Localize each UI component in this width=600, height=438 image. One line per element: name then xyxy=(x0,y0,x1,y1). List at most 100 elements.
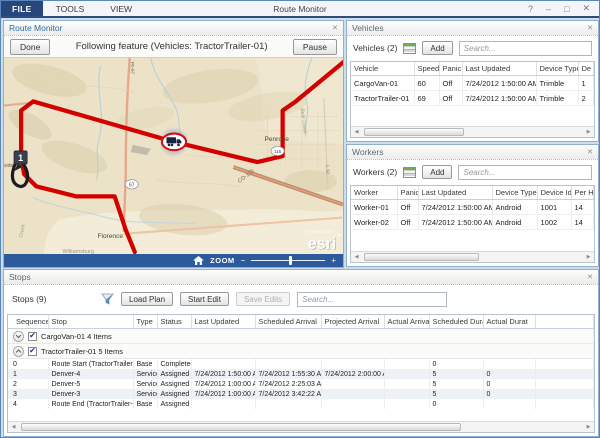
vehicles-add-button[interactable]: Add xyxy=(422,41,452,55)
menu-file[interactable]: FILE xyxy=(1,1,43,16)
menu-tools[interactable]: TOOLS xyxy=(43,1,98,16)
vehicles-count: Vehicles (2) xyxy=(353,43,397,53)
vehicles-header: Vehicles ✕ xyxy=(347,21,598,36)
following-status-text: Following feature (Vehicles: TractorTrai… xyxy=(50,41,293,52)
scroll-right-icon[interactable]: ▶ xyxy=(583,422,594,432)
col-device-id[interactable]: Device Id xyxy=(537,186,571,200)
zoom-slider[interactable] xyxy=(251,260,325,261)
menu-view[interactable]: VIEW xyxy=(97,1,145,16)
chevron-down-icon[interactable] xyxy=(13,331,24,342)
scroll-left-icon[interactable]: ◀ xyxy=(351,252,362,262)
stops-toolbar: Stops (9) Load Plan Start Edit Save Edit… xyxy=(4,285,598,313)
workers-hscrollbar[interactable]: ◀ ▶ xyxy=(351,251,594,262)
col-vehicle[interactable]: Vehicle xyxy=(351,62,414,76)
pause-button[interactable]: Pause xyxy=(293,39,337,55)
vehicles-grid: Vehicle Speed Panic Last Updated Device … xyxy=(350,61,595,138)
col-worker[interactable]: Worker xyxy=(351,186,397,200)
svg-text:esri: esri xyxy=(308,235,337,253)
zoom-out-button[interactable]: − xyxy=(241,256,246,265)
col-device-type[interactable]: Device Type xyxy=(536,62,578,76)
col-per-hour[interactable]: Per H xyxy=(571,186,594,200)
map-canvas[interactable]: 67 115 Penrose Florence Williamsburg sid… xyxy=(4,58,343,254)
group-label: CargoVan-01 4 Items xyxy=(41,332,112,341)
maximize-icon[interactable]: □ xyxy=(564,4,569,14)
workers-add-button[interactable]: Add xyxy=(422,165,452,179)
worker-row[interactable]: Worker-02Off7/24/2012 1:50:00 AMAndroid1… xyxy=(351,215,594,230)
stop-row[interactable]: 3Denver-3ServiceAssigned7/24/2012 1:00:0… xyxy=(8,389,594,399)
scroll-left-icon[interactable]: ◀ xyxy=(8,422,19,432)
route-monitor-toolbar: Done Following feature (Vehicles: Tracto… xyxy=(4,36,343,58)
done-button[interactable]: Done xyxy=(10,39,50,55)
group-row-cargovan[interactable]: ✔ CargoVan-01 4 Items xyxy=(8,329,594,344)
scroll-left-icon[interactable]: ◀ xyxy=(351,127,362,137)
chevron-up-icon[interactable] xyxy=(13,346,24,357)
close-icon[interactable]: ✕ xyxy=(582,3,590,14)
stop-row[interactable]: 1Denver-4ServiceAssigned7/24/2012 1:50:0… xyxy=(8,369,594,379)
load-plan-button[interactable]: Load Plan xyxy=(121,292,173,306)
title-bar: FILE TOOLS VIEW Route Monitor ? – □ ✕ xyxy=(1,1,599,18)
col-last-updated[interactable]: Last Updated xyxy=(418,186,492,200)
col-scheduled-arrival[interactable]: Scheduled Arrival xyxy=(255,315,321,329)
home-icon[interactable] xyxy=(193,256,204,265)
stop-row[interactable]: 4Route End (TractorTrailer-01)BaseAssign… xyxy=(8,399,594,409)
stops-panel: Stops ✕ Stops (9) Load Plan Start Edit S… xyxy=(3,269,599,437)
scroll-right-icon[interactable]: ▶ xyxy=(583,127,594,137)
stop-row[interactable]: 2Denver-5ServiceAssigned7/24/2012 1:00:0… xyxy=(8,379,594,389)
zoom-label: ZOOM xyxy=(210,256,235,265)
col-status[interactable]: Status xyxy=(157,315,191,329)
col-actual-arrival[interactable]: Actual Arrival xyxy=(384,315,429,329)
vehicles-header-row: Vehicle Speed Panic Last Updated Device … xyxy=(351,62,594,76)
group-checkbox[interactable]: ✔ xyxy=(28,332,37,341)
col-last-updated[interactable]: Last Updated xyxy=(462,62,536,76)
vehicles-close-icon[interactable]: ✕ xyxy=(587,25,593,32)
map-svg: 67 115 Penrose Florence Williamsburg sid… xyxy=(4,58,343,254)
col-last-updated[interactable]: Last Updated xyxy=(191,315,255,329)
group-checkbox[interactable]: ✔ xyxy=(28,347,37,356)
stop-row[interactable]: 0Route Start (TractorTrailer-01)BaseComp… xyxy=(8,359,594,370)
col-panic[interactable]: Panic xyxy=(439,62,462,76)
col-panic[interactable]: Panic xyxy=(397,186,418,200)
stops-search-input[interactable] xyxy=(297,292,447,307)
workers-search-input[interactable] xyxy=(458,165,592,180)
zoom-slider-handle[interactable] xyxy=(289,256,292,265)
group-row-tractortrailer[interactable]: ✔ TractorTrailer-01 5 Items xyxy=(8,344,594,359)
workers-header-row: Worker Panic Last Updated Device Type De… xyxy=(351,186,594,200)
filter-icon[interactable] xyxy=(101,293,114,306)
route-monitor-close-icon[interactable]: ✕ xyxy=(332,25,338,32)
vehicle-row[interactable]: CargoVan-0160Off7/24/2012 1:50:00 AMTrim… xyxy=(351,76,594,91)
workers-close-icon[interactable]: ✕ xyxy=(587,149,593,156)
workers-count: Workers (2) xyxy=(353,167,397,177)
scroll-right-icon[interactable]: ▶ xyxy=(583,252,594,262)
col-sequence[interactable]: Sequence xyxy=(8,315,48,329)
start-edit-button[interactable]: Start Edit xyxy=(180,292,229,306)
label-l-st: L St xyxy=(324,165,330,175)
svg-text:115: 115 xyxy=(274,149,282,154)
vehicles-search-input[interactable] xyxy=(459,41,592,56)
col-device-id[interactable]: De xyxy=(578,62,594,76)
stops-hscrollbar[interactable]: ◀ ▶ xyxy=(8,421,594,432)
vehicles-layer-icon[interactable] xyxy=(403,43,416,54)
col-actual-duration[interactable]: Actual Durat xyxy=(483,315,535,329)
workers-layer-icon[interactable] xyxy=(403,167,416,178)
stops-close-icon[interactable]: ✕ xyxy=(587,274,593,281)
minimize-icon[interactable]: – xyxy=(546,4,551,14)
worker-row[interactable]: Worker-01Off7/24/2012 1:50:00 AMAndroid1… xyxy=(351,200,594,215)
col-scheduled-duration[interactable]: Scheduled Duration xyxy=(429,315,483,329)
app-window: FILE TOOLS VIEW Route Monitor ? – □ ✕ Ro… xyxy=(0,0,600,438)
stops-count: Stops (9) xyxy=(12,294,94,304)
col-device-type[interactable]: Device Type xyxy=(492,186,537,200)
zoom-in-button[interactable]: + xyxy=(331,256,336,265)
col-stop[interactable]: Stop xyxy=(48,315,133,329)
help-icon[interactable]: ? xyxy=(528,4,533,14)
workers-panel: Workers ✕ Workers (2) Add Worker Panic L… xyxy=(346,144,599,267)
route-shield-67: 67 xyxy=(125,180,138,189)
label-williamsburg: Williamsburg xyxy=(62,249,94,254)
vehicle-row[interactable]: TractorTrailer-0169Off7/24/2012 1:50:00 … xyxy=(351,91,594,106)
workers-title: Workers xyxy=(352,147,384,157)
vehicles-title: Vehicles xyxy=(352,23,384,33)
col-projected-arrival[interactable]: Projected Arrival xyxy=(321,315,384,329)
vehicle-marker-tractortrailer[interactable] xyxy=(159,127,189,157)
vehicles-hscrollbar[interactable]: ◀ ▶ xyxy=(351,126,594,137)
col-speed[interactable]: Speed xyxy=(414,62,439,76)
col-type[interactable]: Type xyxy=(133,315,157,329)
